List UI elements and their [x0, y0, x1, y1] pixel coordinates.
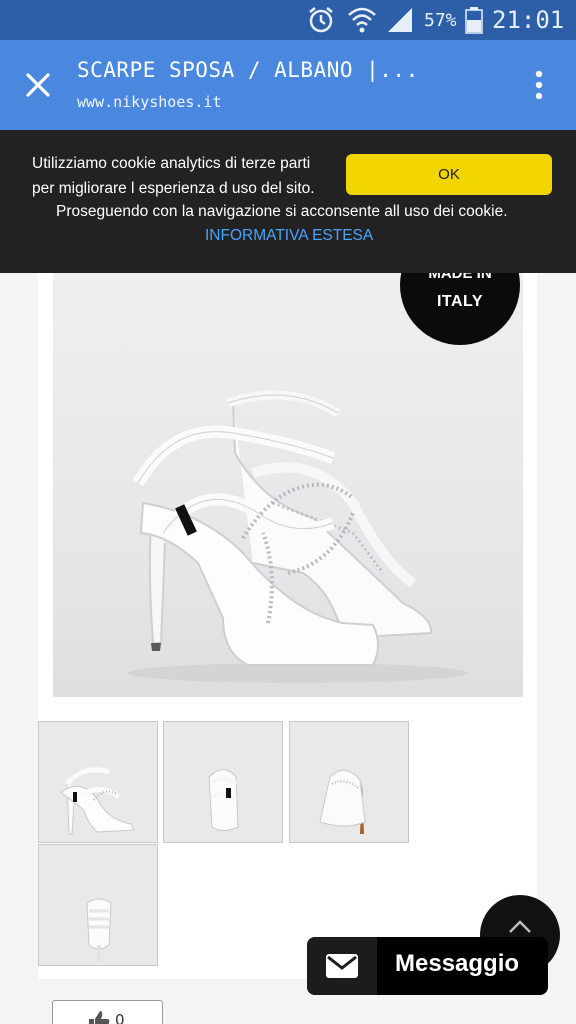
- message-icon-box: [307, 937, 377, 995]
- badge-main-text: ITALY: [436, 293, 484, 310]
- product-thumbnail[interactable]: [163, 721, 283, 843]
- cookie-text-line-3: Proseguendo con la navigazione si accons…: [56, 203, 508, 220]
- thumbs-up-icon: [89, 1011, 110, 1024]
- status-bar: 57% 21:01: [0, 0, 576, 40]
- product-thumbnail[interactable]: [289, 721, 409, 843]
- message-label: Messaggio: [395, 950, 520, 977]
- cookie-text-line-2: per migliorare l esperienza d uso del si…: [32, 180, 315, 197]
- cookie-policy-link[interactable]: INFORMATIVA ESTESA: [205, 227, 373, 245]
- made-in-italy-badge: MADE IN ITALY: [400, 273, 520, 345]
- cookie-banner: Utilizziamo cookie analytics di terze pa…: [0, 130, 576, 273]
- more-options-button[interactable]: [522, 65, 556, 105]
- chevron-up-icon: [509, 920, 531, 933]
- page-title: SCARPE SPOSA / ALBANO |...: [77, 58, 419, 82]
- battery-percentage: 57%: [424, 9, 457, 31]
- battery-icon: [465, 0, 483, 40]
- more-vert-icon: [535, 70, 543, 100]
- badge-top-text: MADE IN: [428, 273, 492, 282]
- product-thumbnail[interactable]: [38, 844, 158, 966]
- cookie-text-line-1: Utilizziamo cookie analytics di terze pa…: [32, 155, 311, 172]
- close-button[interactable]: [18, 65, 58, 105]
- app-bar: SCARPE SPOSA / ALBANO |... www.nikyshoes…: [0, 40, 576, 130]
- envelope-icon: [326, 954, 358, 978]
- page-url: www.nikyshoes.it: [77, 93, 222, 111]
- like-button[interactable]: 0: [52, 1000, 163, 1024]
- signal-icon: [386, 0, 414, 40]
- clock: 21:01: [492, 6, 565, 34]
- message-chat-button[interactable]: Messaggio: [307, 937, 548, 995]
- like-count: 0: [115, 1011, 125, 1024]
- wifi-icon: [347, 0, 377, 40]
- cookie-ok-button[interactable]: OK: [346, 154, 552, 195]
- close-icon: [26, 73, 50, 97]
- product-thumbnail[interactable]: [38, 721, 158, 843]
- alarm-icon: [306, 0, 336, 40]
